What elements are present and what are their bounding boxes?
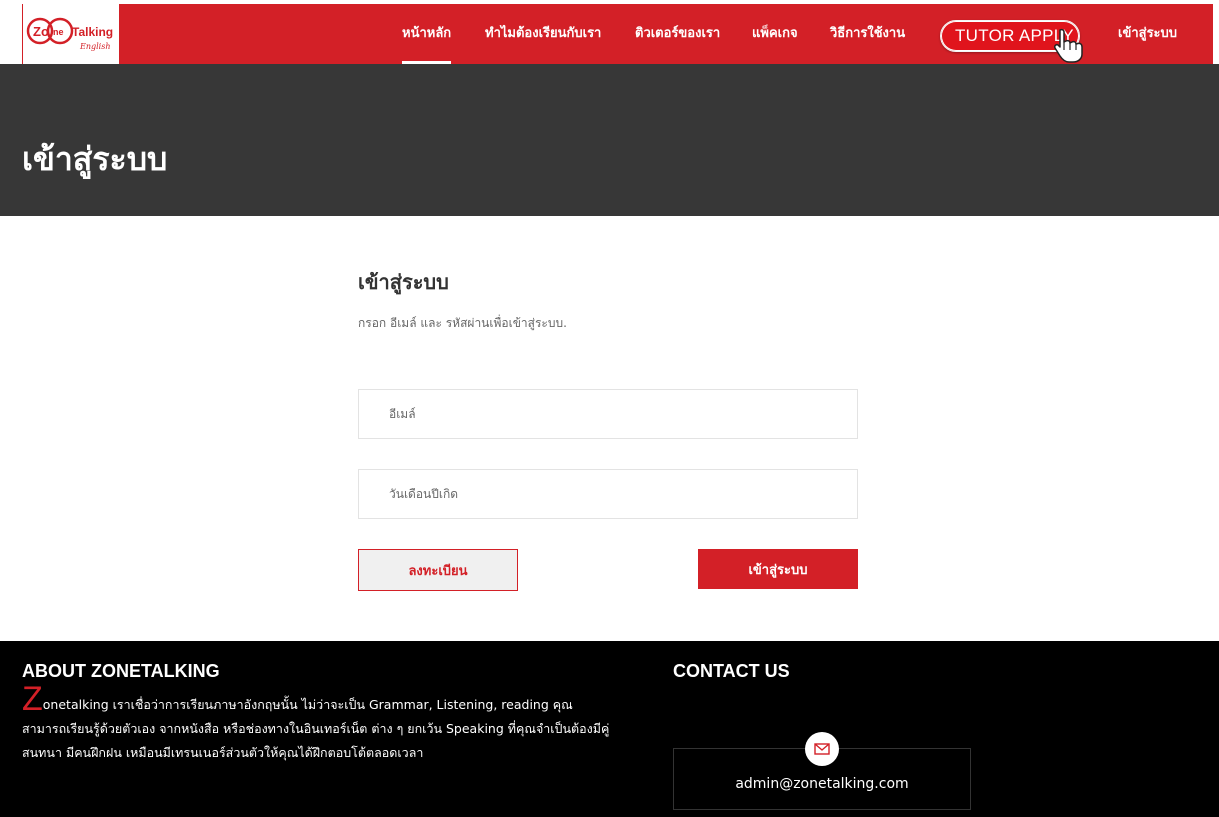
site-footer: ABOUT ZONETALKING Zonetalking เราเชื่อว่… <box>0 641 1219 817</box>
contact-title: CONTACT US <box>673 661 790 681</box>
about-drop-cap: Z <box>22 680 43 718</box>
password-input[interactable] <box>358 469 858 519</box>
form-title: เข้าสู่ระบบ <box>358 270 449 294</box>
nav-how-to-use[interactable]: วิธีการใช้งาน <box>830 4 905 64</box>
nav-home[interactable]: หน้าหลัก <box>402 4 452 64</box>
nav-packages[interactable]: แพ็คเกจ <box>752 4 798 64</box>
contact-email-link[interactable]: admin@zonetalking.com <box>673 776 971 792</box>
login-button[interactable]: เข้าสู่ระบบ <box>698 549 858 589</box>
mail-badge <box>805 732 839 766</box>
about-body: onetalking เราเชื่อว่าการเรียนภาษาอังกฤษ… <box>22 697 610 760</box>
about-text: Zonetalking เราเชื่อว่าการเรียนภาษาอังกฤ… <box>22 682 612 765</box>
about-title: ABOUT ZONETALKING <box>22 661 220 681</box>
page-hero: เข้าสู่ระบบ <box>0 64 1219 216</box>
register-button[interactable]: ลงทะเบียน <box>358 549 518 591</box>
envelope-icon <box>814 743 830 755</box>
page-title: เข้าสู่ระบบ <box>22 140 168 178</box>
site-header: Zo ne Talking English หน้าหลัก ทำไมต้องเ… <box>0 0 1219 64</box>
form-description: กรอก อีเมล์ และ รหัสผ่านเพื่อเข้าสู่ระบบ… <box>358 316 567 330</box>
nav-why-us[interactable]: ทำไมต้องเรียนกับเรา <box>485 4 601 64</box>
nav-login[interactable]: เข้าสู่ระบบ <box>1118 4 1177 64</box>
nav-tutors[interactable]: ติวเตอร์ของเรา <box>635 4 720 64</box>
email-input[interactable] <box>358 389 858 439</box>
pointing-hand-icon <box>1054 28 1083 63</box>
